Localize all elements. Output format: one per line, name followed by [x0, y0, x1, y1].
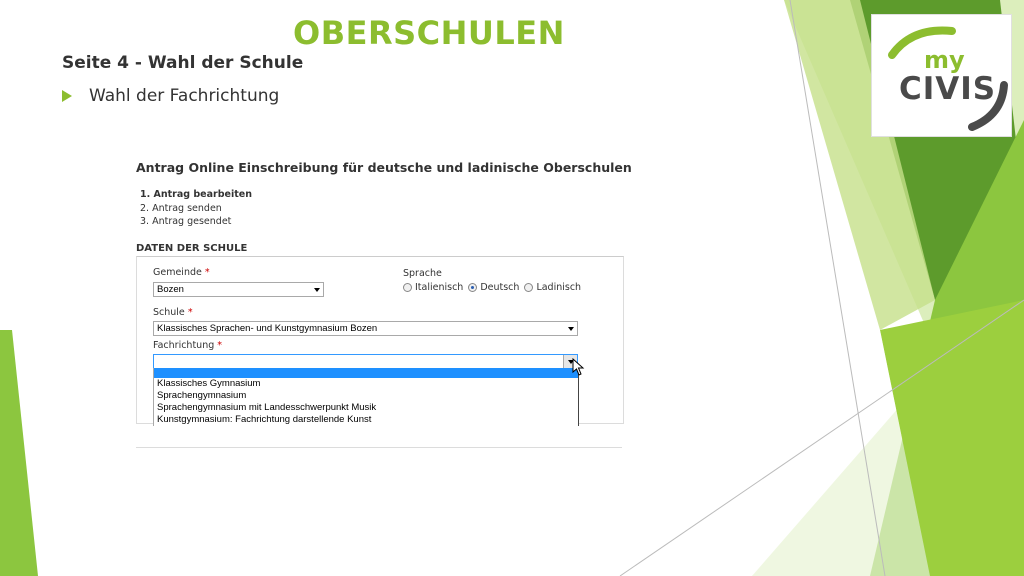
step-1: 1. Antrag bearbeiten — [140, 189, 252, 200]
gemeinde-value: Bozen — [157, 284, 184, 295]
sprache-label: Sprache — [403, 268, 442, 279]
gemeinde-select[interactable]: Bozen — [153, 282, 324, 297]
logo-civis-text: CIVIS — [899, 71, 997, 107]
bullet-text: Wahl der Fachrichtung — [89, 86, 280, 106]
fachrichtung-label: Fachrichtung * — [153, 340, 223, 351]
step-2: 2. Antrag senden — [140, 202, 222, 214]
dropdown-option[interactable]: Kunstgymnasium: Fachrichtung darstellend… — [154, 414, 578, 426]
dropdown-option[interactable]: Sprachengymnasium — [154, 390, 578, 402]
bullet-arrow-icon — [62, 90, 72, 102]
chevron-down-icon — [314, 288, 320, 292]
fachrichtung-select[interactable] — [153, 354, 578, 369]
chevron-down-icon — [568, 327, 574, 331]
step-3: 3. Antrag gesendet — [140, 216, 232, 227]
radio-italienisch-label: Italienisch — [415, 282, 464, 293]
schule-select[interactable]: Klassisches Sprachen- und Kunstgymnasium… — [153, 321, 578, 336]
dropdown-highlight-empty[interactable] — [154, 368, 578, 378]
radio-ladinisch[interactable] — [524, 283, 534, 292]
sprache-radio-group: Italienisch Deutsch Ladinisch — [403, 282, 581, 293]
bullet-item: Wahl der Fachrichtung — [62, 86, 279, 106]
radio-deutsch[interactable] — [468, 283, 478, 292]
step-list: 1. Antrag bearbeiten 2. Antrag senden 3.… — [140, 188, 252, 229]
section-heading: DATEN DER SCHULE — [136, 243, 248, 254]
form-title: Antrag Online Einschreibung für deutsche… — [136, 160, 632, 175]
gemeinde-label: Gemeinde * — [153, 267, 210, 278]
form-screenshot: Antrag Online Einschreibung für deutsche… — [136, 155, 632, 455]
schule-value: Klassisches Sprachen- und Kunstgymnasium… — [157, 323, 378, 334]
panel-divider — [136, 447, 622, 448]
left-green-wedge — [0, 330, 38, 576]
schule-label: Schule * — [153, 307, 193, 318]
logo-my-text: my — [924, 46, 965, 74]
dropdown-option[interactable]: Sprachengymnasium mit Landesschwerpunkt … — [154, 402, 578, 414]
mouse-cursor-icon — [572, 358, 585, 376]
radio-deutsch-label: Deutsch — [480, 282, 520, 293]
dropdown-option[interactable]: Klassisches Gymnasium — [154, 378, 578, 390]
fachrichtung-dropdown-list: Klassisches Gymnasium Sprachengymnasium … — [153, 368, 579, 426]
slide-subtitle: Seite 4 - Wahl der Schule — [62, 53, 304, 73]
radio-italienisch[interactable] — [403, 283, 412, 292]
slide-title: OBERSCHULEN — [293, 14, 565, 52]
mycivis-logo: my CIVIS — [871, 14, 1012, 137]
radio-ladinisch-label: Ladinisch — [536, 282, 582, 293]
